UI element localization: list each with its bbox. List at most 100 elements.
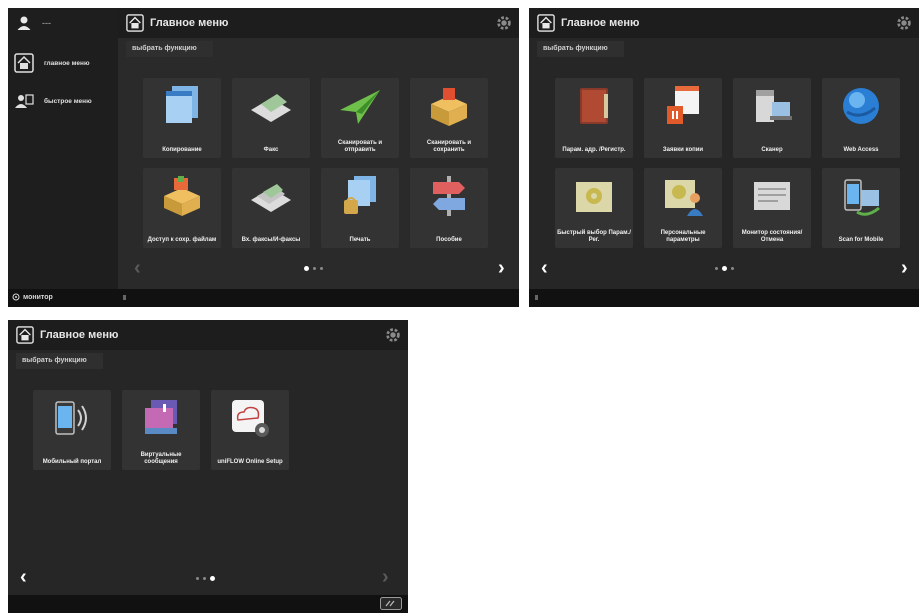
tile-label: Быстрый выбор Парам./Рег. xyxy=(557,230,631,243)
tile-fax-inbox[interactable]: Вх. факсы/И-факсы xyxy=(232,168,310,248)
top-bar: Главное меню xyxy=(529,8,919,38)
home-icon xyxy=(16,326,34,344)
page-dot xyxy=(203,577,206,580)
top-bar: Главное меню xyxy=(8,320,408,350)
stored-files-icon xyxy=(164,176,200,216)
sidebar-item-quick-menu[interactable]: быстрое меню xyxy=(8,86,118,116)
next-page-arrow[interactable]: › xyxy=(498,258,505,278)
gear-icon[interactable] xyxy=(895,14,913,32)
sub-bar: выбрать функцию xyxy=(118,38,519,60)
tile-address-book[interactable]: Парам. адр. /Регистр. xyxy=(555,78,633,158)
quick-menu-icon xyxy=(15,94,34,108)
tutorial-icon xyxy=(433,176,465,216)
tile-label: Сканировать и сохранить xyxy=(426,140,472,153)
tile-personal-settings[interactable]: Персональные параметры xyxy=(644,168,722,248)
gear-icon[interactable] xyxy=(495,14,513,32)
page-title: Главное меню xyxy=(40,329,119,341)
page-indicator xyxy=(304,266,323,271)
sidebar: --- главное меню быстрое меню xyxy=(8,8,118,289)
personal-settings-icon xyxy=(665,180,703,216)
sub-bar: выбрать функцию xyxy=(529,38,919,60)
function-tiles: Копирование Факс Сканировать и отправить xyxy=(143,78,488,248)
status-bar xyxy=(8,595,408,613)
select-function-tab[interactable]: выбрать функцию xyxy=(126,41,213,57)
main-menu-screen-page1: --- главное меню быстрое меню Главное ме… xyxy=(8,8,519,307)
tile-label: Факс xyxy=(263,147,279,153)
tile-label: Web Access xyxy=(843,147,879,153)
print-icon xyxy=(344,176,376,214)
home-icon xyxy=(126,14,144,32)
status-indicator xyxy=(535,295,538,300)
user-icon xyxy=(17,16,31,30)
top-bar: Главное меню xyxy=(118,8,519,38)
tile-label: Сканер xyxy=(761,147,783,153)
user-row[interactable]: --- xyxy=(8,8,118,38)
tile-uniflow-setup[interactable]: uniFLOW Online Setup xyxy=(211,390,289,470)
tile-label: uniFLOW Online Setup xyxy=(217,459,283,465)
status-indicator xyxy=(123,295,126,300)
user-name: --- xyxy=(42,18,51,28)
page-dot xyxy=(715,267,718,270)
tile-web-access[interactable]: Web Access xyxy=(822,78,900,158)
page-indicator xyxy=(715,266,734,271)
prev-page-arrow[interactable]: ‹ xyxy=(20,567,27,587)
tile-label: Доступ к сохр. файлам xyxy=(147,237,217,243)
status-bar: монитор xyxy=(8,289,519,307)
sidebar-item-main-menu[interactable]: главное меню xyxy=(8,48,118,78)
tile-copy-card[interactable]: Заявки копии xyxy=(644,78,722,158)
tile-label: Пособие xyxy=(436,237,462,243)
scan-store-icon xyxy=(431,88,467,126)
tile-scanner[interactable]: Сканер xyxy=(733,78,811,158)
messages-icon xyxy=(145,400,177,434)
monitor-label: монитор xyxy=(23,293,53,301)
page-dot xyxy=(320,267,323,270)
tile-label: Парам. адр. /Регистр. xyxy=(562,147,626,153)
sub-bar: выбрать функцию xyxy=(8,350,408,372)
tile-scan-for-mobile[interactable]: Scan for Mobile xyxy=(822,168,900,248)
mobile-portal-icon xyxy=(55,401,87,435)
tile-copy[interactable]: Копирование xyxy=(143,78,221,158)
page-dot xyxy=(304,266,309,271)
main-menu-screen-page2: Главное меню выбрать функцию Парам. адр.… xyxy=(529,8,919,307)
copy-icon xyxy=(166,86,198,123)
status-monitor-icon xyxy=(754,182,790,210)
status-monitor-button[interactable]: монитор xyxy=(12,293,53,301)
tile-print[interactable]: Печать xyxy=(321,168,399,248)
tile-fax[interactable]: Факс xyxy=(232,78,310,158)
tile-tutorial[interactable]: Пособие xyxy=(410,168,488,248)
tile-scan-send[interactable]: Сканировать и отправить xyxy=(321,78,399,158)
tile-quick-settings[interactable]: Быстрый выбор Парам./Рег. xyxy=(555,168,633,248)
page-dot xyxy=(731,267,734,270)
status-bar xyxy=(529,289,919,307)
sidebar-item-label: быстрое меню xyxy=(44,97,92,105)
tile-scan-store[interactable]: Сканировать и сохранить xyxy=(410,78,488,158)
tile-label: Печать xyxy=(349,237,371,243)
address-book-icon xyxy=(580,88,608,124)
select-function-tab[interactable]: выбрать функцию xyxy=(16,353,103,369)
next-page-arrow[interactable]: › xyxy=(382,567,389,587)
prev-page-arrow[interactable]: ‹ xyxy=(134,258,141,278)
tile-mobile-portal[interactable]: Мобильный портал xyxy=(33,390,111,470)
network-icon[interactable] xyxy=(380,597,402,610)
tile-virtual-messages[interactable]: Виртуальные сообщения xyxy=(122,390,200,470)
cloud-setup-icon xyxy=(232,400,269,437)
page-dot xyxy=(196,577,199,580)
page-indicator xyxy=(196,576,215,581)
web-globe-icon xyxy=(843,88,879,124)
function-tiles: Мобильный портал Виртуальные сообщения u… xyxy=(33,390,378,470)
tile-label: Заявки копии xyxy=(662,147,704,153)
page-dot xyxy=(313,267,316,270)
tile-label: Scan for Mobile xyxy=(838,237,884,243)
tile-status-monitor[interactable]: Монитор состояния/Отмена xyxy=(733,168,811,248)
scanner-icon xyxy=(756,90,792,122)
page-title: Главное меню xyxy=(150,17,229,29)
tile-stored-files[interactable]: Доступ к сохр. файлам xyxy=(143,168,221,248)
page-dot xyxy=(210,576,215,581)
sidebar-item-label: главное меню xyxy=(44,59,90,67)
tile-label: Монитор состояния/Отмена xyxy=(741,230,803,243)
next-page-arrow[interactable]: › xyxy=(901,258,908,278)
select-function-tab[interactable]: выбрать функцию xyxy=(537,41,624,57)
page-dot xyxy=(722,266,727,271)
prev-page-arrow[interactable]: ‹ xyxy=(541,258,548,278)
gear-icon[interactable] xyxy=(384,326,402,344)
